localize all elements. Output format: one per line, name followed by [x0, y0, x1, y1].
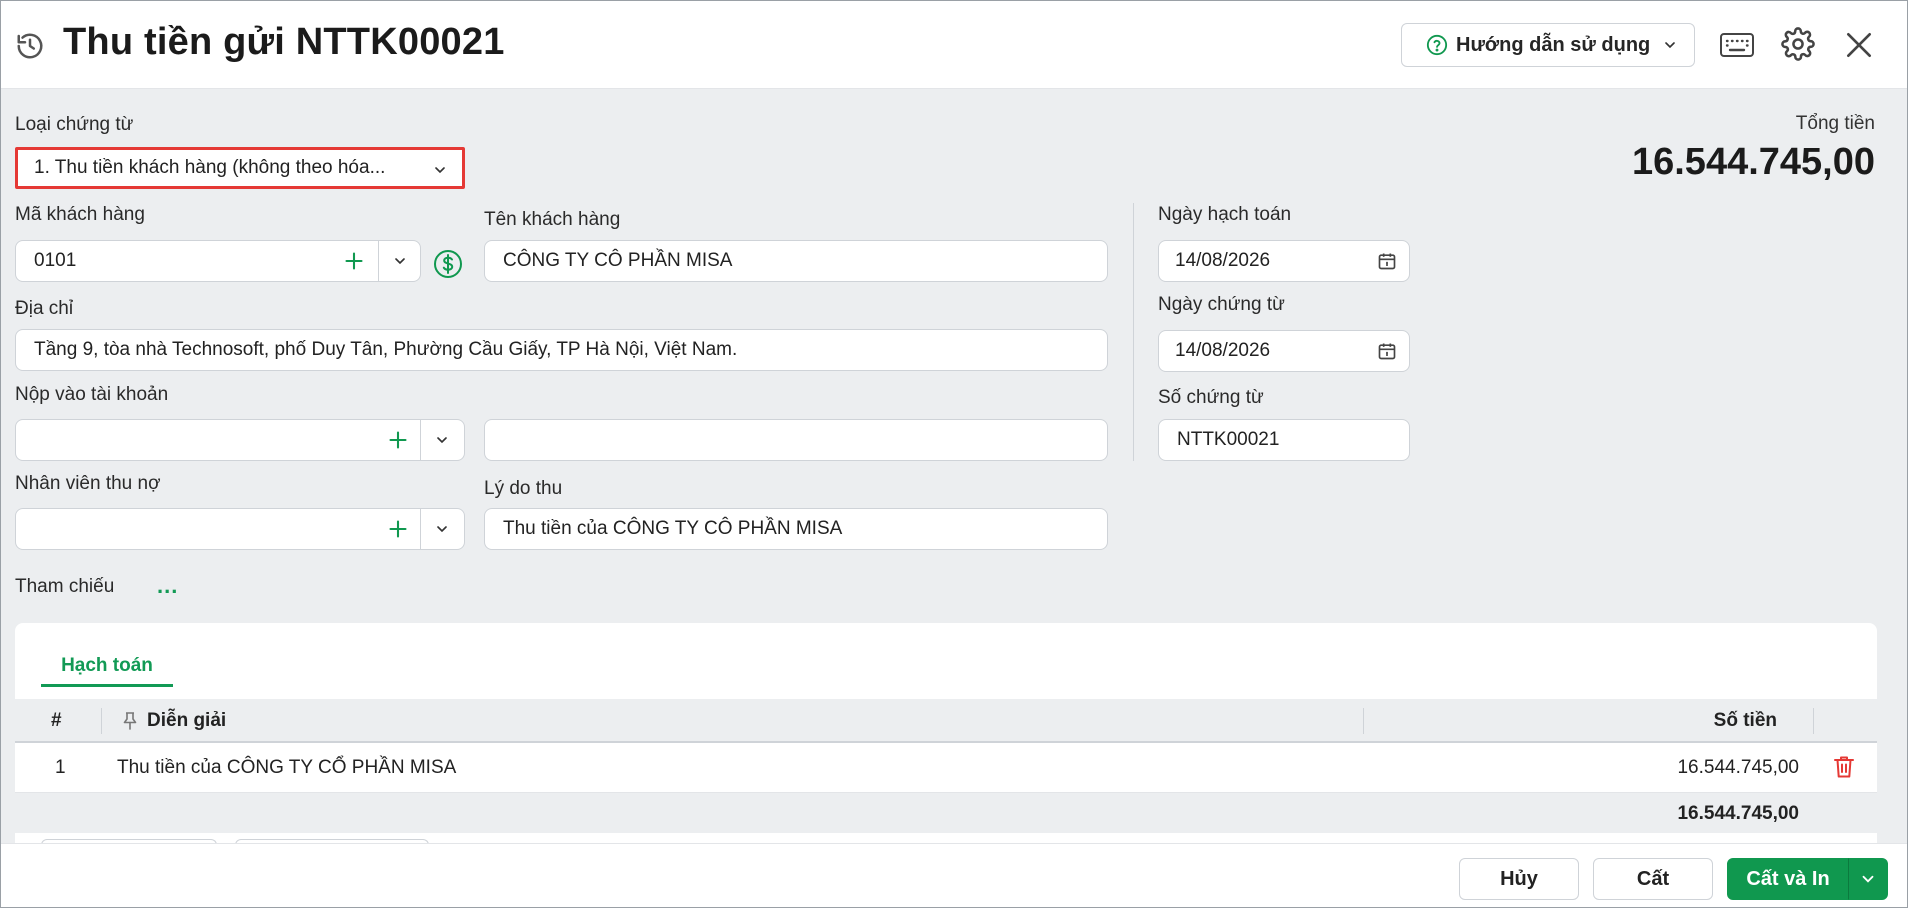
voucher-no-label: Số chứng từ: [1158, 387, 1264, 408]
column-header-index: #: [51, 710, 62, 731]
column-header-amount: Số tiền: [1713, 710, 1777, 731]
collector-label: Nhân viên thu nợ: [15, 473, 161, 494]
grid-summary-row: 16.544.745,00: [15, 793, 1877, 833]
dollar-icon[interactable]: [433, 249, 463, 279]
calendar-icon[interactable]: [1377, 341, 1397, 361]
grid-total-amount: 16.544.745,00: [1677, 803, 1799, 824]
customer-code-label: Mã khách hàng: [15, 204, 145, 225]
posting-date-field[interactable]: 14/08/2026: [1158, 240, 1410, 282]
voucher-type-select[interactable]: 1. Thu tiền khách hàng (không theo hóa..…: [15, 147, 465, 189]
voucher-date-label: Ngày chứng từ: [1158, 294, 1285, 315]
combo-divider: [420, 509, 421, 549]
history-icon[interactable]: [15, 31, 45, 61]
column-divider: [1133, 203, 1134, 461]
tab-accounting[interactable]: Hạch toán: [41, 645, 173, 687]
save-and-print-dropdown[interactable]: [1848, 858, 1888, 900]
posting-date-value: 14/08/2026: [1175, 250, 1271, 271]
column-header-description: Diễn giải: [147, 710, 227, 731]
address-field[interactable]: Tầng 9, tòa nhà Technosoft, phố Duy Tân,…: [15, 329, 1108, 371]
reference-label: Tham chiếu: [15, 576, 115, 597]
chevron-down-icon: [435, 167, 445, 174]
reason-value: Thu tiền của CÔNG TY CÔ PHẦN MISA: [503, 518, 843, 539]
dialog-footer: Hủy Cất Cất và In: [1, 843, 1907, 907]
save-button[interactable]: Cất: [1593, 858, 1713, 900]
help-guide-label: Hướng dẫn sử dụng: [1456, 33, 1651, 56]
chevron-down-icon: [1862, 875, 1874, 883]
customer-name-field[interactable]: CÔNG TY CÔ PHẦN MISA: [484, 240, 1108, 282]
reference-more-button[interactable]: ...: [157, 573, 178, 599]
deposit-account-combo[interactable]: [15, 419, 465, 461]
address-value: Tầng 9, tòa nhà Technosoft, phố Duy Tân,…: [34, 339, 738, 360]
column-divider[interactable]: [101, 708, 102, 734]
help-guide-button[interactable]: Hướng dẫn sử dụng: [1401, 23, 1695, 67]
chevron-down-icon[interactable]: [434, 521, 450, 537]
add-icon[interactable]: [344, 251, 364, 271]
customer-code-combo[interactable]: 0101: [15, 240, 421, 282]
total-label: Tổng tiền: [1795, 113, 1875, 134]
pin-icon[interactable]: [121, 711, 139, 731]
add-icon[interactable]: [388, 430, 408, 450]
voucher-date-field[interactable]: 14/08/2026: [1158, 330, 1410, 372]
accounting-panel: Hạch toán # Diễn giải Số tiền 1 Thu tiền…: [15, 623, 1877, 845]
calendar-icon[interactable]: [1377, 251, 1397, 271]
trash-icon[interactable]: [1833, 755, 1855, 779]
page-title: Thu tiền gửi NTTK00021: [63, 21, 505, 63]
row-amount: 16.544.745,00: [1677, 757, 1799, 778]
table-row[interactable]: 1 Thu tiền của CÔNG TY CỔ PHẦN MISA 16.5…: [15, 743, 1877, 793]
row-index: 1: [55, 757, 66, 778]
voucher-no-field[interactable]: NTTK00021: [1158, 419, 1410, 461]
grid-header: # Diễn giải Số tiền: [15, 699, 1877, 743]
combo-divider: [420, 420, 421, 460]
gear-icon[interactable]: [1781, 27, 1815, 61]
column-divider[interactable]: [1813, 708, 1814, 734]
customer-name-value: CÔNG TY CÔ PHẦN MISA: [503, 250, 733, 271]
reason-label: Lý do thu: [484, 478, 563, 499]
cancel-button[interactable]: Hủy: [1459, 858, 1579, 900]
add-icon[interactable]: [388, 519, 408, 539]
posting-date-label: Ngày hạch toán: [1158, 204, 1292, 225]
help-icon: [1426, 34, 1448, 56]
keyboard-icon[interactable]: [1719, 31, 1755, 59]
voucher-date-value: 14/08/2026: [1175, 340, 1271, 361]
customer-name-label: Tên khách hàng: [484, 209, 621, 230]
reason-field[interactable]: Thu tiền của CÔNG TY CÔ PHẦN MISA: [484, 508, 1108, 550]
chevron-down-icon[interactable]: [392, 253, 408, 269]
address-label: Địa chỉ: [15, 298, 74, 319]
voucher-no-value: NTTK00021: [1177, 429, 1280, 450]
customer-code-value: 0101: [34, 250, 77, 271]
chevron-down-icon: [1665, 42, 1676, 49]
row-description: Thu tiền của CÔNG TY CỔ PHẦN MISA: [117, 757, 457, 778]
total-amount: 16.544.745,00: [1631, 141, 1875, 183]
column-divider[interactable]: [1363, 708, 1364, 734]
collector-combo[interactable]: [15, 508, 465, 550]
deposit-account-label: Nộp vào tài khoản: [15, 384, 169, 405]
save-and-print-button[interactable]: Cất và In: [1727, 858, 1849, 900]
deposit-account-name-field[interactable]: [484, 419, 1108, 461]
voucher-type-value: 1. Thu tiền khách hàng (không theo hóa..…: [34, 157, 386, 178]
dialog-window: Thu tiền gửi NTTK00021 Hướng dẫn sử dụng…: [0, 0, 1908, 908]
close-icon[interactable]: [1843, 29, 1875, 61]
voucher-type-label: Loại chứng từ: [15, 114, 134, 135]
chevron-down-icon[interactable]: [434, 432, 450, 448]
dialog-header: Thu tiền gửi NTTK00021 Hướng dẫn sử dụng: [1, 1, 1907, 89]
combo-divider: [378, 241, 379, 281]
tab-accounting-label: Hạch toán: [61, 655, 153, 676]
